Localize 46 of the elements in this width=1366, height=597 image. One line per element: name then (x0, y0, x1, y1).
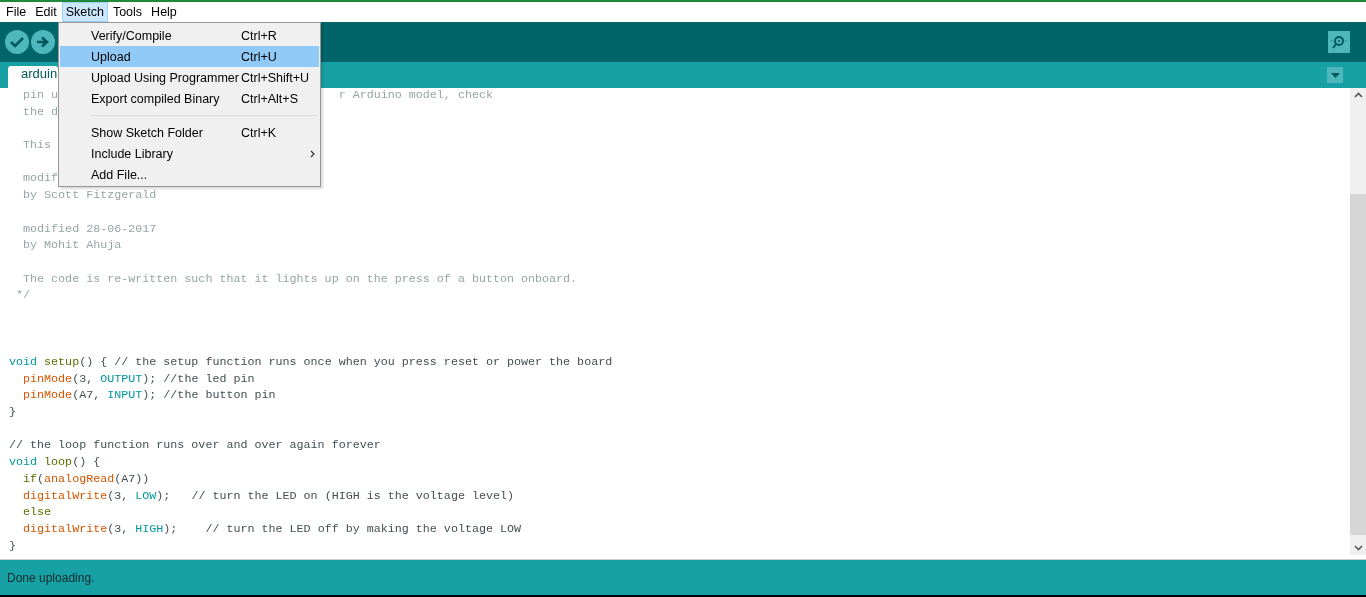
upload-button[interactable] (31, 30, 55, 54)
code-line: */ (16, 288, 31, 305)
checkmark-icon (10, 36, 24, 48)
menu-item[interactable]: Upload Using Programmer Ctrl+Shift+U (60, 67, 319, 88)
menu-bar-item[interactable]: Tools (108, 2, 147, 22)
code-line: } (9, 405, 16, 422)
menu-item[interactable]: Add File... (60, 164, 319, 185)
code-line: digitalWrite(3, HIGH); // turn the LED off by making the voltage LOW (23, 521, 522, 538)
code-line: This (23, 138, 52, 155)
menu-bar-item[interactable]: File (2, 2, 31, 22)
right-arrow-icon (36, 36, 50, 48)
code-line: } (9, 538, 16, 555)
code-line: the d (23, 104, 59, 121)
status-message: Done uploading. (7, 570, 95, 585)
menu-item[interactable]: Export compiled Binary Ctrl+Alt+S (60, 88, 319, 109)
menu-item[interactable]: Include Library (60, 143, 319, 164)
code-line: digitalWrite(3, LOW); // turn the LED on (HIGH is the voltage level) (23, 488, 514, 505)
code-line: if(analogRead(A7)) (23, 471, 150, 488)
code-line: void loop() { (9, 455, 101, 472)
code-line: void setup() { // the setup function runs once when you press reset or power the board (9, 355, 613, 371)
down-chevron-icon[interactable] (1353, 545, 1363, 551)
menu-bar-item[interactable]: Sketch (61, 2, 108, 22)
menu-item[interactable]: Show Sketch Folder Ctrl+K (60, 122, 319, 143)
menu-bar-item[interactable]: Edit (31, 2, 61, 22)
code-line: pin u (23, 88, 59, 104)
serial-monitor-button[interactable] (1328, 31, 1350, 53)
code-line: pinMode(A7, INPUT); //the button pin (23, 388, 276, 405)
code-line: The code is re-written such that it lights up on the press of a button onboard. (23, 271, 578, 288)
code-line: pinMode(3, OUTPUT); //the led pin (23, 371, 255, 388)
code-line: modif (23, 171, 59, 188)
up-chevron-icon[interactable] (1353, 92, 1363, 98)
tab-menu-button[interactable] (1327, 67, 1343, 83)
menu-item[interactable]: Upload Ctrl+U (60, 46, 319, 67)
code-line: by Scott Fitzgerald (23, 188, 157, 205)
verify-button[interactable] (5, 30, 29, 54)
menu-bar-item[interactable]: Help (147, 2, 181, 22)
down-triangle-icon (1330, 72, 1340, 78)
code-line: else (23, 505, 52, 522)
menu-item[interactable]: Verify/Compile Ctrl+R (60, 25, 319, 46)
vertical-scrollbar[interactable] (1350, 88, 1366, 555)
code-line: // the loop function runs over and over again forever (9, 438, 381, 455)
code-line: modified 28-06-2017 (23, 221, 157, 238)
code-line: r Arduino model, check (338, 88, 493, 104)
magnifier-icon (1331, 35, 1347, 49)
code-line: by Mohit Ahuja (23, 238, 122, 255)
file-tab[interactable]: arduin (8, 66, 59, 88)
